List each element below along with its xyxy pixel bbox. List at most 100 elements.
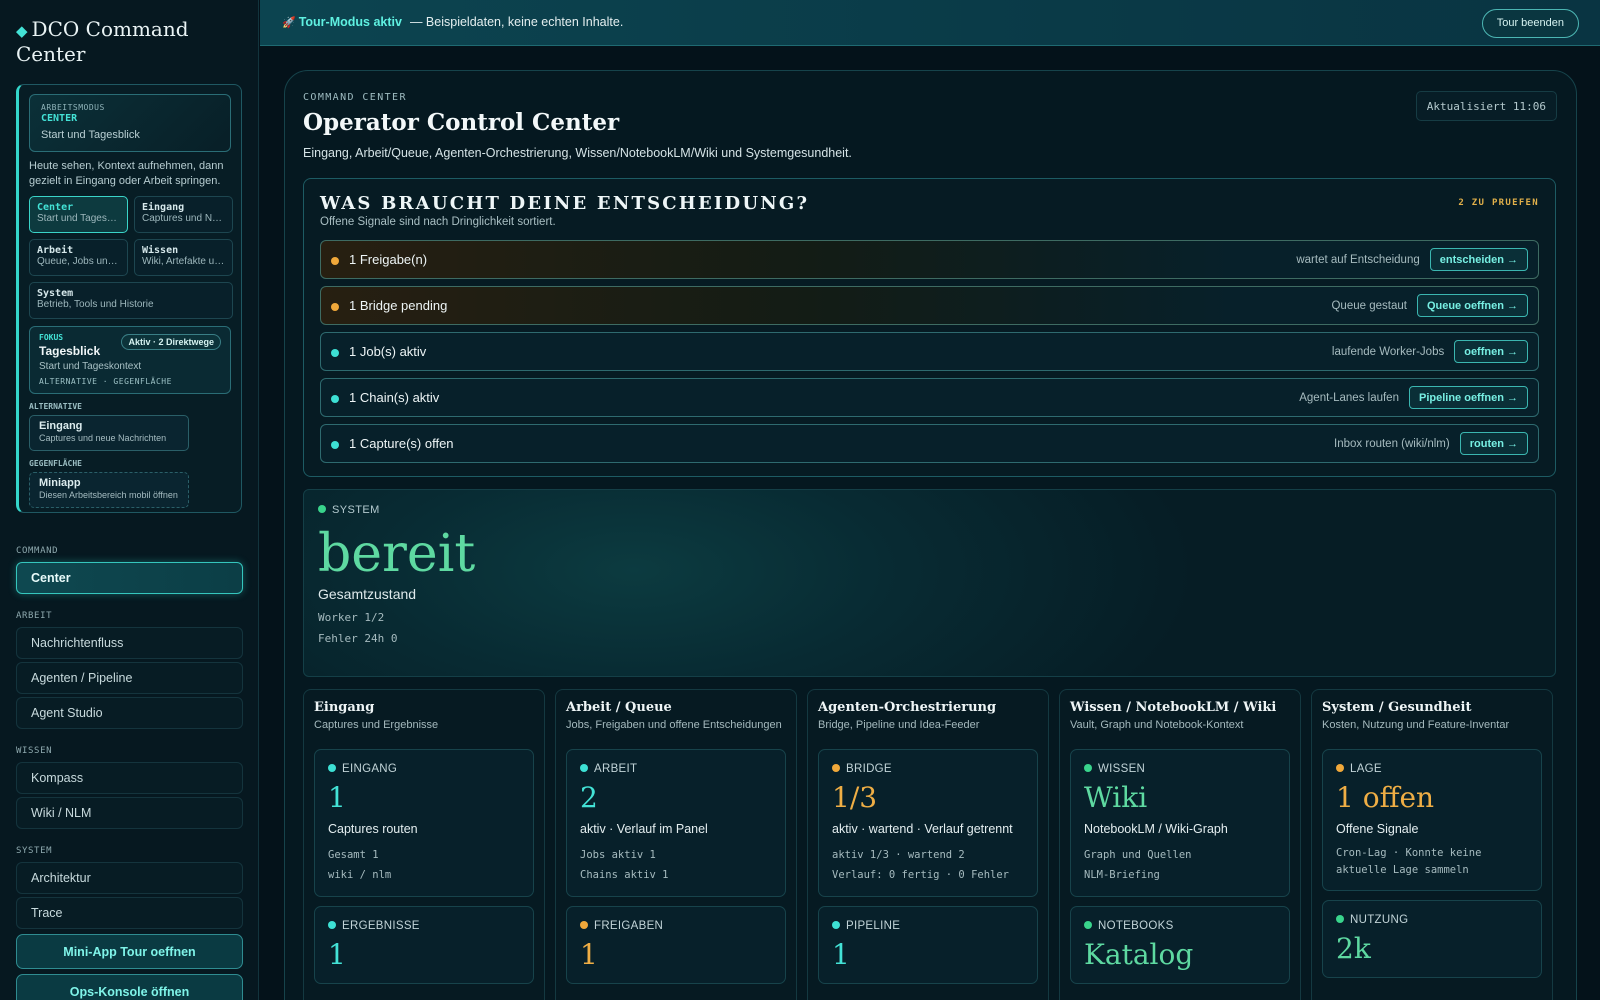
mode-tile-subtitle: Wiki, Artefakte und Notebooks [142,256,225,267]
column-wissen: Wissen / NotebookLM / Wiki Vault, Graph … [1059,689,1301,1000]
decision-row-captures: 1 Capture(s) offen Inbox routen (wiki/nl… [320,424,1539,463]
rocket-icon: 🚀 [282,17,296,29]
brand-title: DCO Command Center [16,17,189,66]
status-dot-icon [331,257,339,265]
mode-tile-system[interactable]: System Betrieb, Tools und Historie [29,282,233,319]
work-mode-card: ARBEITSMODUS CENTER Start und Tagesblick [29,94,231,152]
metric-tile-lage[interactable]: LAGE 1 offen Offene Signale Cron-Lag · K… [1322,749,1542,891]
alternative-eingang-tile[interactable]: Eingang Captures und neue Nachrichten [29,415,189,451]
column-eingang: Eingang Captures und Ergebnisse EINGANG … [303,689,545,1000]
miniapp-tour-button[interactable]: Mini-App Tour oeffnen [16,934,243,969]
system-status-caption: Gesamtzustand [318,586,417,602]
metric-tile-eingang[interactable]: EINGANG 1 Captures routen Gesamt 1 wiki … [314,749,534,897]
mode-tile-title: Eingang [142,202,185,213]
metric-tile-arbeit[interactable]: ARBEIT 2 aktiv · Verlauf im Panel Jobs a… [566,749,786,897]
work-mode-label: ARBEITSMODUS [41,103,105,112]
metric-tile-wissen[interactable]: WISSEN Wiki NotebookLM / Wiki-Graph Grap… [1070,749,1290,897]
status-dot-icon [580,764,588,772]
route-button[interactable]: routen → [1459,432,1528,455]
ops-console-button[interactable]: Ops-Konsole öffnen [16,974,243,1000]
open-jobs-button[interactable]: oeffnen → [1454,340,1528,363]
decision-panel: WAS BRAUCHT DEINE ENTSCHEIDUNG? Offene S… [303,178,1556,477]
focus-subtitle: Start und Tageskontext [39,361,142,372]
worker-metric: Worker 1/2 [318,611,385,624]
system-status-value: bereit [318,524,476,584]
status-dot-icon [1336,764,1344,772]
column-subtitle: Captures und Ergebnisse [314,719,439,731]
tile-caption: NotebookLM / Wiki-Graph [1084,822,1228,836]
tile-label: ARBEIT [580,763,772,775]
tile-label: PIPELINE [832,920,1024,932]
sidebar-item-agenten-pipeline[interactable]: Agenten / Pipeline [16,662,243,694]
decision-title: WAS BRAUCHT DEINE ENTSCHEIDUNG? [320,193,810,214]
status-dot-icon [832,764,840,772]
sidebar-item-trace[interactable]: Trace [16,897,243,929]
sidebar-item-kompass[interactable]: Kompass [16,762,243,794]
tile-label: WISSEN [1084,763,1276,775]
tile-meta: aktiv 1/3 · wartend 2 Verlauf: 0 fertig … [832,849,1010,881]
column-subtitle: Jobs, Freigaben und offene Entscheidunge… [566,719,782,731]
tile-label: ERGEBNISSE [328,920,520,932]
alternative-label: ALTERNATIVE [29,402,82,411]
miniapp-tile[interactable]: Miniapp Diesen Arbeitsbereich mobil öffn… [29,472,189,508]
mode-tile-eingang[interactable]: Eingang Captures und Nachrichten [134,196,233,233]
open-pipeline-button[interactable]: Pipeline oeffnen → [1408,386,1528,409]
mode-tile-center[interactable]: Center Start und Tagesblick [29,196,128,233]
mode-tile-wissen[interactable]: Wissen Wiki, Artefakte und Notebooks [134,239,233,276]
metric-tile-freigaben[interactable]: FREIGABEN 1 [566,906,786,984]
open-queue-button[interactable]: Queue oeffnen → [1416,294,1528,317]
decision-hint: wartet auf Entscheidung [1296,253,1420,266]
decision-label: 1 Bridge pending [349,298,448,313]
decide-button[interactable]: entscheiden → [1429,248,1528,271]
sidebar-item-architektur[interactable]: Architektur [16,862,243,894]
last-updated-badge: Aktualisiert 11:06 [1415,91,1557,121]
mode-tile-title: Wissen [142,245,179,256]
work-mode-description: Heute sehen, Kontext aufnehmen, dann gez… [29,160,224,187]
column-title: Eingang [314,700,375,715]
tile-label: NOTEBOOKS [1084,920,1276,932]
decision-label: 1 Freigabe(n) [349,252,428,267]
sidebar-item-wiki-nlm[interactable]: Wiki / NLM [16,797,243,829]
metric-tile-bridge[interactable]: BRIDGE 1/3 aktiv · wartend · Verlauf get… [818,749,1038,897]
tile-label: BRIDGE [832,763,1024,775]
focus-status-badge: Aktiv · 2 Direktwege [121,334,221,350]
miniapp-title: Miniapp [39,477,81,489]
decision-count-badge: 2 ZU PRUEFEN [1458,198,1539,208]
status-dot-icon [328,764,336,772]
metric-tile-nutzung[interactable]: NUTZUNG 2k [1322,900,1542,978]
tour-message: 🚀 Tour-Modus aktiv — Beispieldaten, keine … [282,15,623,29]
sidebar: ◆ DCO Command Center ARBEITSMODUS CENTER … [0,0,259,1000]
nav-section-system: SYSTEM [16,846,53,856]
counter-surface-label: GEGENFLÄCHE [29,459,82,468]
page-subtitle: Eingang, Arbeit/Queue, Agenten-Orchestri… [303,146,852,160]
system-metrics: Worker 1/2 Fehler 24h 0 [318,607,1541,649]
column-title: Arbeit / Queue [566,700,672,715]
sidebar-item-nachrichtenfluss[interactable]: Nachrichtenfluss [16,627,243,659]
decision-row-bridge: 1 Bridge pending Queue gestaut Queue oef… [320,286,1539,325]
focus-alternatives: ALTERNATIVE · GEGENFLÄCHE [39,377,172,386]
mode-tile-title: System [37,288,74,299]
tile-meta: Graph und Quellen NLM-Briefing [1084,849,1192,881]
mode-tile-title: Arbeit [37,245,74,256]
decision-label: 1 Chain(s) aktiv [349,390,440,405]
metric-tile-ergebnisse[interactable]: ERGEBNISSE 1 [314,906,534,984]
tile-value: 1/3 [832,781,878,814]
status-dot-icon [832,921,840,929]
tile-meta: Jobs aktiv 1 Chains aktiv 1 [580,849,669,881]
metric-tile-pipeline[interactable]: PIPELINE 1 [818,906,1038,984]
decision-subtitle: Offene Signale sind nach Dringlichkeit s… [320,216,556,228]
mode-tile-arbeit[interactable]: Arbeit Queue, Jobs und Freigaben [29,239,128,276]
tile-caption: aktiv · wartend · Verlauf getrennt [832,822,1013,836]
mode-tile-subtitle: Start und Tagesblick [37,213,120,224]
sidebar-item-center[interactable]: Center [16,562,243,594]
column-subtitle: Kosten, Nutzung und Feature-Inventar [1322,719,1510,731]
tile-label: FREIGABEN [580,920,772,932]
tile-value: 1 [328,938,346,971]
sidebar-item-agent-studio[interactable]: Agent Studio [16,697,243,729]
app-brand[interactable]: ◆ DCO Command Center [16,18,242,66]
work-mode-title: CENTER [41,113,78,124]
metric-tile-notebooks[interactable]: NOTEBOOKS Katalog [1070,906,1290,984]
tile-caption: Captures routen [328,822,418,836]
end-tour-button[interactable]: Tour beenden [1481,9,1579,38]
focus-card[interactable]: FOKUS Tagesblick Start und Tageskontext … [29,326,231,394]
